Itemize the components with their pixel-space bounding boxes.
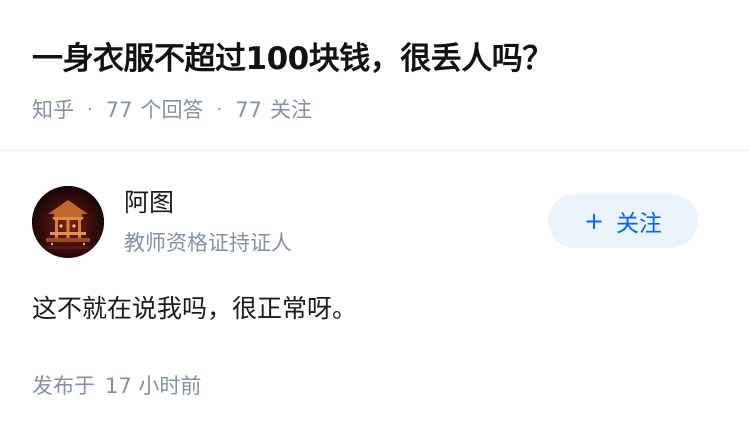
plus-icon: + — [583, 207, 605, 235]
source-label[interactable]: 知乎 — [32, 94, 74, 126]
answer-content[interactable]: 这不就在说我吗，很正常呀。 — [32, 289, 357, 329]
author-name[interactable]: 阿图 — [124, 185, 174, 221]
meta-separator: · — [216, 99, 223, 120]
follow-button[interactable]: + 关注 — [548, 194, 698, 248]
question-header: 一身衣服不超过100块钱，很丢人吗？ 知乎 · 77 个回答 · 77 关注 — [0, 0, 750, 150]
published-time-value: 17 小时前 — [105, 374, 202, 398]
meta-separator: · — [87, 99, 93, 120]
answer-card: 阿图 教师资格证持证人 + 关注 这不就在说我吗，很正常呀。 发布于 17 小时前 — [0, 151, 750, 438]
follow-count-label: 关注 — [269, 98, 312, 122]
answer-count: 77 — [105, 98, 133, 122]
question-meta: 知乎 · 77 个回答 · 77 关注 — [32, 94, 312, 126]
avatar-image — [32, 186, 104, 258]
author-badge: 教师资格证持证人 — [124, 231, 292, 255]
avatar[interactable] — [32, 186, 104, 258]
published-time: 发布于 17 小时前 — [32, 370, 201, 402]
follow-count: 77 — [235, 98, 262, 122]
follow-button-label: 关注 — [616, 211, 663, 237]
published-prefix: 发布于 — [32, 374, 95, 398]
answer-count-label: 个回答 — [140, 98, 204, 122]
question-title[interactable]: 一身衣服不超过100块钱，很丢人吗？ — [32, 36, 553, 82]
